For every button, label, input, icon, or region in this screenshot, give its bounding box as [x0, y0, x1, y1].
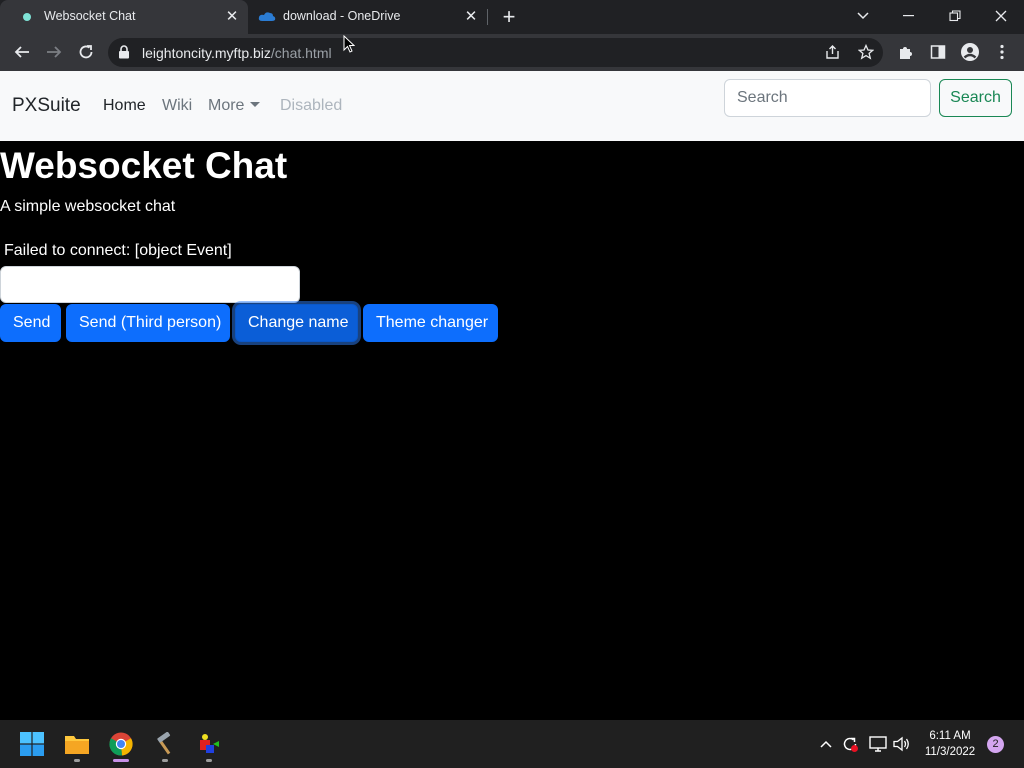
side-panel-icon[interactable] — [928, 42, 948, 62]
navbar-brand[interactable]: PXSuite — [12, 95, 81, 117]
nav-link-wiki[interactable]: Wiki — [162, 97, 192, 115]
close-icon[interactable]: ✕ — [463, 9, 479, 25]
tab-search-chevron-down-icon[interactable] — [851, 4, 875, 28]
color-blocks-app-icon[interactable] — [193, 728, 225, 762]
chevron-up-icon[interactable] — [816, 734, 836, 754]
kebab-menu-icon[interactable] — [992, 42, 1012, 62]
chrome-browser-icon[interactable] — [105, 728, 137, 762]
notification-count-badge[interactable]: 2 — [987, 736, 1004, 753]
new-tab-plus-icon[interactable]: + — [500, 6, 518, 28]
site-navbar: PXSuite Home Wiki More Disabled Search — [0, 71, 1024, 141]
volume-speaker-icon[interactable] — [892, 734, 912, 754]
page-subtitle: A simple websocket chat — [0, 198, 176, 215]
back-arrow-icon[interactable] — [12, 42, 32, 62]
search-input[interactable] — [724, 79, 931, 117]
connection-status: Failed to connect: [object Event] — [4, 242, 232, 259]
build-hammer-app-icon[interactable] — [149, 728, 181, 762]
file-explorer-folder-icon[interactable] — [61, 728, 93, 762]
minimize-icon[interactable] — [897, 4, 921, 28]
mouse-cursor-icon — [343, 35, 355, 53]
windows-taskbar: 6:11 AM 11/3/2022 — [0, 720, 1024, 768]
tab-websocket-chat[interactable]: Websocket Chat ✕ — [0, 0, 248, 34]
tab-title: Websocket Chat — [44, 9, 136, 23]
site-favicon-icon — [23, 13, 31, 21]
bookmark-star-icon[interactable] — [856, 42, 876, 62]
taskbar-clock[interactable]: 6:11 AM 11/3/2022 — [918, 728, 982, 760]
nav-dropdown-label: More — [208, 97, 245, 114]
start-windows-icon[interactable] — [16, 728, 48, 760]
send-button[interactable]: Send — [0, 304, 61, 342]
tab-title: download - OneDrive — [283, 9, 401, 23]
page-title: Websocket Chat — [0, 145, 288, 186]
profile-avatar-icon[interactable] — [960, 42, 980, 62]
reload-icon[interactable] — [76, 42, 96, 62]
nav-link-disabled: Disabled — [280, 97, 343, 114]
tab-onedrive[interactable]: download - OneDrive ✕ — [248, 0, 488, 34]
address-bar[interactable]: leightoncity.myftp.biz/chat.html — [108, 38, 883, 67]
change-name-button[interactable]: Change name — [235, 304, 358, 342]
theme-changer-button[interactable]: Theme changer — [363, 304, 498, 342]
lock-icon — [119, 45, 129, 59]
tab-divider — [487, 9, 488, 25]
message-input[interactable] — [0, 266, 300, 303]
browser-tab-strip: Websocket Chat ✕ download - OneDrive ✕ + — [0, 0, 1024, 34]
page-content: Websocket Chat A simple websocket chat F… — [0, 141, 1024, 720]
nav-link-home[interactable]: Home — [103, 97, 146, 115]
extensions-puzzle-icon[interactable] — [896, 42, 916, 62]
share-icon[interactable] — [823, 42, 843, 62]
network-monitor-icon[interactable] — [868, 734, 888, 754]
forward-arrow-icon[interactable] — [44, 42, 64, 62]
caret-down-icon — [250, 102, 261, 107]
onedrive-cloud-icon — [258, 12, 276, 21]
url-text: leightoncity.myftp.biz/chat.html — [142, 45, 332, 61]
browser-toolbar: leightoncity.myftp.biz/chat.html — [0, 34, 1024, 71]
window-close-icon[interactable] — [989, 4, 1013, 28]
restore-icon[interactable] — [943, 4, 967, 28]
nav-dropdown-more[interactable]: More — [208, 97, 261, 115]
sync-error-icon[interactable] — [840, 734, 860, 754]
close-icon[interactable]: ✕ — [224, 9, 240, 25]
send-third-person-button[interactable]: Send (Third person) — [66, 304, 230, 342]
search-button[interactable]: Search — [939, 79, 1012, 117]
clock-date: 11/3/2022 — [924, 746, 976, 758]
clock-time: 6:11 AM — [929, 730, 971, 742]
